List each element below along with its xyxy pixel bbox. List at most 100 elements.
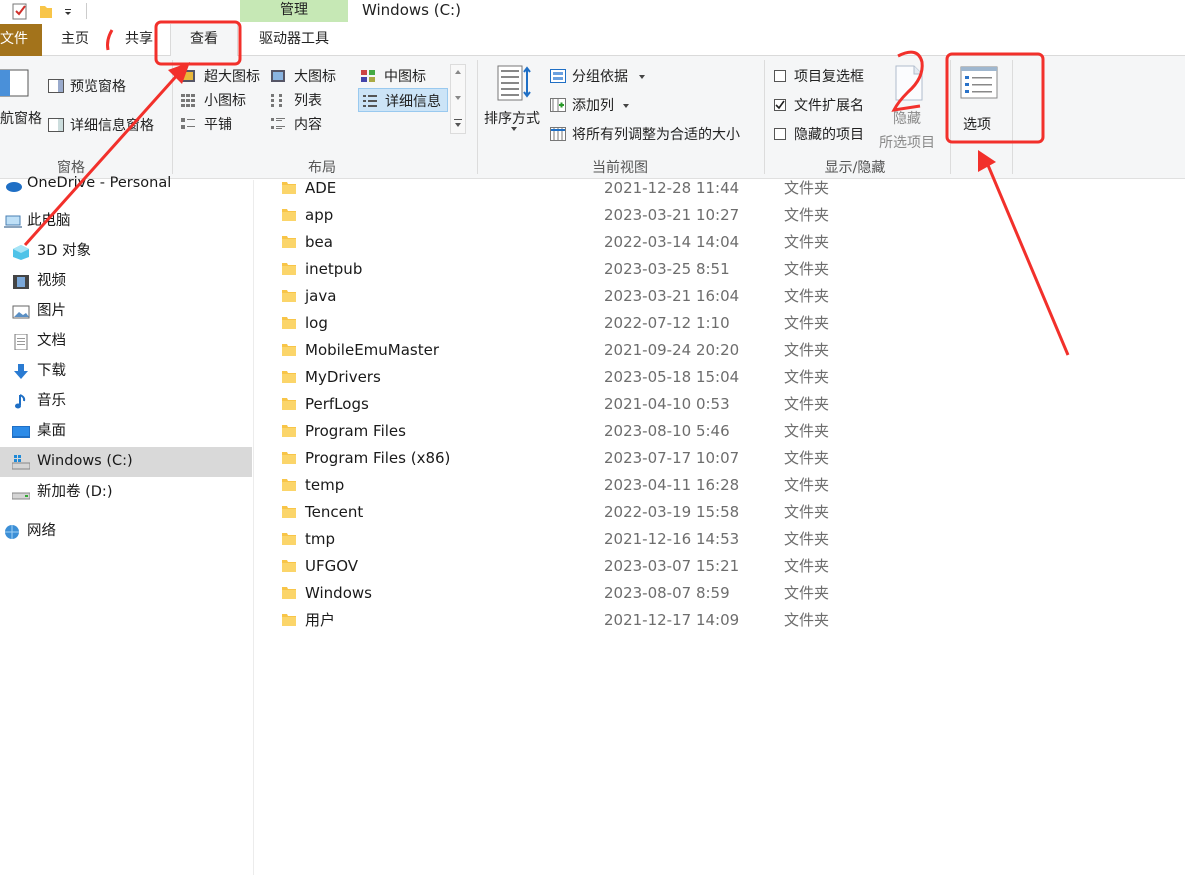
- picture-icon: [12, 305, 30, 319]
- hide-selected-icon: [895, 65, 923, 101]
- layout-group-label: 布局: [308, 160, 336, 176]
- group-by-dropdown-icon: [639, 75, 645, 79]
- computer-icon: [4, 215, 22, 228]
- file-type: 文件夹: [784, 341, 830, 359]
- sort-by-label: 排序方式: [484, 111, 540, 127]
- group-by-label: 分组依据: [572, 69, 628, 85]
- tab-view-label: 查看: [190, 31, 218, 47]
- table-row[interactable]: UFGOV 2023-03-07 15:21 文件夹: [262, 553, 882, 580]
- hide-selected-button[interactable]: 隐藏 所选项目: [876, 62, 942, 151]
- music-note-icon: [15, 394, 26, 409]
- item-checkboxes-checkbox[interactable]: [774, 70, 786, 82]
- document-icon: [14, 334, 28, 350]
- file-type: 文件夹: [784, 611, 830, 629]
- layout-details[interactable]: 详细信息: [358, 88, 448, 112]
- file-extensions-checkbox[interactable]: [774, 99, 786, 111]
- nav-item-onedrive[interactable]: OneDrive - Personal: [0, 169, 252, 199]
- file-date-modified: 2021-09-24 20:20: [604, 341, 740, 359]
- table-row[interactable]: MobileEmuMaster 2021-09-24 20:20 文件夹: [262, 337, 882, 364]
- table-row[interactable]: Windows 2023-08-07 8:59 文件夹: [262, 580, 882, 607]
- options-button[interactable]: 选项: [956, 62, 1002, 134]
- file-date-modified: 2023-07-17 10:07: [604, 449, 740, 467]
- group-by-button[interactable]: 分组依据: [550, 66, 650, 86]
- title-separator: [86, 3, 87, 19]
- size-columns-label: 将所有列调整为合适的大小: [572, 127, 740, 143]
- tab-drive-tools[interactable]: 驱动器工具: [246, 24, 342, 56]
- file-name: Program Files: [305, 422, 406, 440]
- layout-content[interactable]: 内容: [270, 114, 350, 134]
- layout-tiles[interactable]: 平铺: [180, 114, 260, 134]
- table-row[interactable]: inetpub 2023-03-25 8:51 文件夹: [262, 256, 882, 283]
- table-row[interactable]: app 2023-03-21 10:27 文件夹: [262, 202, 882, 229]
- file-date-modified: 2021-12-16 14:53: [604, 530, 740, 548]
- tab-home[interactable]: 主页: [52, 24, 98, 56]
- table-row[interactable]: tmp 2021-12-16 14:53 文件夹: [262, 526, 882, 553]
- nav-item-music[interactable]: 音乐: [0, 387, 252, 417]
- add-columns-button[interactable]: 添加列: [550, 95, 636, 115]
- layout-gallery: 超大图标 大图标 中图标 小图标 列表 详细信息 平铺 内容: [176, 64, 466, 136]
- file-date-modified: 2023-08-10 5:46: [604, 422, 730, 440]
- nav-item-pictures[interactable]: 图片: [0, 297, 252, 327]
- item-checkboxes-toggle[interactable]: 项目复选框: [772, 66, 882, 86]
- layout-gallery-scroll[interactable]: [450, 64, 466, 134]
- nav-item-drive-d[interactable]: 新加卷 (D:): [0, 478, 252, 508]
- nav-item-documents[interactable]: 文档: [0, 327, 252, 357]
- table-row[interactable]: Program Files (x86) 2023-07-17 10:07 文件夹: [262, 445, 882, 472]
- layout-small[interactable]: 小图标: [180, 90, 260, 110]
- file-extensions-toggle[interactable]: 文件扩展名: [772, 95, 882, 115]
- table-row[interactable]: ADE 2021-12-28 11:44 文件夹: [262, 175, 882, 202]
- table-row[interactable]: Program Files 2023-08-10 5:46 文件夹: [262, 418, 882, 445]
- checkmark-icon: [775, 100, 785, 110]
- layout-extra-large[interactable]: 超大图标: [180, 66, 268, 86]
- table-row[interactable]: Tencent 2022-03-19 15:58 文件夹: [262, 499, 882, 526]
- file-type: 文件夹: [784, 314, 830, 332]
- folder-icon: [282, 209, 296, 221]
- arrow-to-options: [983, 157, 1070, 356]
- table-row[interactable]: log 2022-07-12 1:10 文件夹: [262, 310, 882, 337]
- preview-pane-button[interactable]: 预览窗格: [48, 76, 138, 96]
- hidden-items-checkbox[interactable]: [774, 128, 786, 140]
- hidden-items-toggle[interactable]: 隐藏的项目: [772, 124, 882, 144]
- title-bar: 管理 Windows (C:): [0, 0, 1185, 24]
- new-folder-icon[interactable]: [38, 2, 54, 20]
- file-type: 文件夹: [784, 449, 830, 467]
- nav-item-this-pc[interactable]: 此电脑: [0, 207, 252, 237]
- table-row[interactable]: MyDrivers 2023-05-18 15:04 文件夹: [262, 364, 882, 391]
- folder-icon: [282, 425, 296, 437]
- tab-view[interactable]: 查看: [170, 24, 238, 57]
- nav-pane-button[interactable]: 航窗格: [0, 66, 44, 146]
- folder-icon: [282, 371, 296, 383]
- nav-item-downloads[interactable]: 下载: [0, 357, 252, 387]
- sort-by-button[interactable]: 排序方式: [482, 62, 546, 132]
- nav-item-desktop[interactable]: 桌面: [0, 417, 252, 447]
- nav-item-network[interactable]: 网络: [0, 517, 252, 547]
- tab-share[interactable]: 共享: [116, 24, 162, 56]
- folder-icon: [282, 398, 296, 410]
- layout-large[interactable]: 大图标: [270, 66, 350, 86]
- layout-medium[interactable]: 中图标: [360, 66, 440, 86]
- nav-item-drive-c[interactable]: Windows (C:): [0, 447, 252, 477]
- file-type: 文件夹: [784, 422, 830, 440]
- tab-file[interactable]: 文件: [0, 24, 42, 56]
- large-icons-icon: [271, 70, 285, 82]
- size-columns-button[interactable]: 将所有列调整为合适的大小: [550, 124, 760, 144]
- nav-item-videos[interactable]: 视频: [0, 267, 252, 297]
- file-date-modified: 2023-03-25 8:51: [604, 260, 730, 278]
- table-row[interactable]: java 2023-03-21 16:04 文件夹: [262, 283, 882, 310]
- quick-access-dropdown-icon[interactable]: [62, 2, 78, 20]
- table-row[interactable]: bea 2022-03-14 14:04 文件夹: [262, 229, 882, 256]
- table-row[interactable]: temp 2023-04-11 16:28 文件夹: [262, 472, 882, 499]
- layout-tiles-label: 平铺: [204, 117, 232, 133]
- properties-icon[interactable]: [12, 2, 28, 20]
- folder-icon: [282, 182, 296, 194]
- file-date-modified: 2023-04-11 16:28: [604, 476, 740, 494]
- details-pane-button[interactable]: 详细信息窗格: [48, 115, 168, 135]
- file-date-modified: 2021-12-17 14:09: [604, 611, 740, 629]
- options-icon: [960, 66, 998, 99]
- table-row[interactable]: 用户 2021-12-17 14:09 文件夹: [262, 607, 882, 634]
- nav-item-3d-objects[interactable]: 3D 对象: [0, 237, 252, 267]
- table-row[interactable]: PerfLogs 2021-04-10 0:53 文件夹: [262, 391, 882, 418]
- layout-list[interactable]: 列表: [270, 90, 350, 110]
- size-columns-icon: [550, 127, 566, 141]
- cube-icon: [13, 245, 29, 260]
